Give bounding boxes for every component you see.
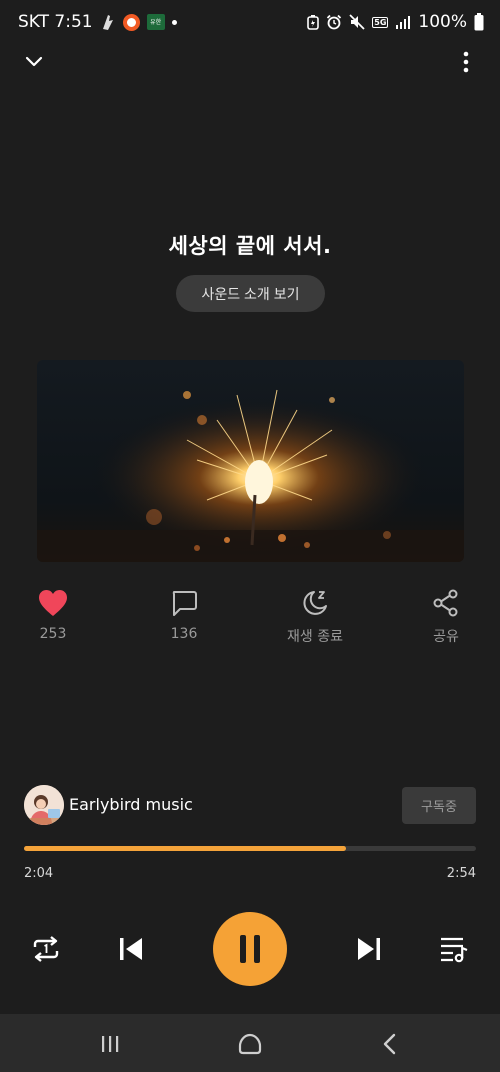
more-notifications-icon: [171, 19, 177, 25]
avatar-illustration: [24, 785, 64, 825]
collapse-button[interactable]: [20, 48, 48, 76]
sparkler-image: [37, 360, 464, 562]
playlist-icon: [441, 937, 468, 963]
play-pause-button[interactable]: [213, 912, 287, 986]
more-options-button[interactable]: [452, 48, 480, 76]
record-icon: [122, 13, 140, 31]
heart-icon: [39, 590, 67, 616]
system-nav-bar: [0, 1014, 500, 1072]
recent-apps-button[interactable]: [94, 1030, 126, 1058]
share-icon: [433, 589, 458, 617]
app-notification-icon: [100, 13, 116, 31]
status-left: SKT 7:51 유한: [18, 12, 177, 32]
cover-art-image: [37, 360, 464, 562]
like-count: 253: [39, 626, 67, 642]
playlist-button[interactable]: [436, 932, 472, 966]
status-right: 5G 100%: [307, 12, 484, 32]
battery-percent: 100%: [418, 12, 467, 32]
repeat-button[interactable]: [29, 932, 63, 966]
app-badge-icon: 유한: [146, 14, 165, 30]
previous-icon: [120, 938, 142, 960]
total-time: 2:54: [446, 866, 476, 881]
subscribe-button[interactable]: 구독중: [402, 787, 476, 824]
previous-button[interactable]: [113, 932, 149, 966]
home-icon: [238, 1033, 262, 1055]
back-button[interactable]: [374, 1030, 406, 1058]
seek-bar-fill: [24, 846, 347, 851]
player-screen: SKT 7:51 유한 5G 100% 세상의 끝에 서서. 사운드 소개 보기…: [0, 0, 500, 1072]
track-title: 세상의 끝에 서서.: [168, 234, 332, 258]
alarm-icon: [326, 14, 342, 30]
network-type: 5G: [372, 16, 389, 28]
artist-avatar[interactable]: [24, 785, 64, 825]
current-time: 2:04: [24, 866, 54, 881]
next-icon: [358, 938, 380, 960]
share-label: 공유: [433, 629, 459, 645]
repeat-icon: [33, 936, 59, 962]
comment-count: 136: [170, 626, 198, 642]
recent-apps-icon: [102, 1036, 119, 1052]
like-action[interactable]: 253: [8, 588, 98, 642]
more-vert-icon: [463, 51, 469, 73]
battery-saver-icon: [307, 14, 320, 30]
battery-icon: [474, 13, 484, 31]
comment-icon: [172, 591, 197, 616]
seek-bar[interactable]: [24, 846, 476, 851]
chevron-down-icon: [25, 56, 43, 67]
next-button[interactable]: [351, 932, 387, 966]
signal-icon: [395, 15, 411, 29]
status-bar: SKT 7:51 유한 5G 100%: [0, 0, 500, 44]
pause-icon: [240, 935, 260, 963]
mute-icon: [349, 14, 365, 30]
sleep-timer-icon: [303, 591, 327, 615]
artist-name[interactable]: Earlybird music: [69, 795, 193, 814]
sound-intro-button[interactable]: 사운드 소개 보기: [176, 275, 325, 312]
comment-action[interactable]: 136: [139, 588, 229, 642]
home-button[interactable]: [234, 1030, 266, 1058]
carrier-time: SKT 7:51: [18, 12, 93, 32]
share-action[interactable]: 공유: [401, 588, 491, 646]
back-icon: [383, 1033, 396, 1055]
sleep-timer-action[interactable]: 재생 종료: [270, 588, 360, 646]
sleep-timer-label: 재생 종료: [287, 629, 343, 645]
